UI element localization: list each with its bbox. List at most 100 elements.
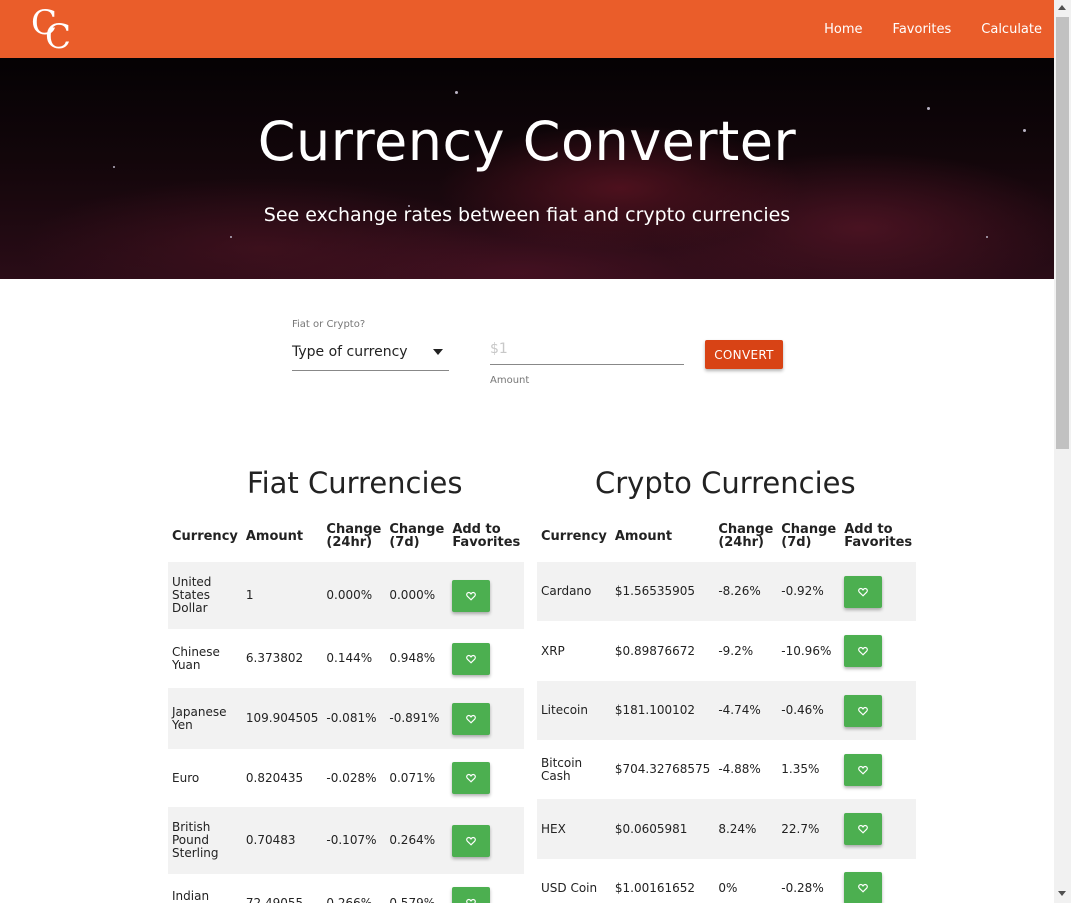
change-7d: -0.46% <box>777 681 841 740</box>
add-favorite-button[interactable] <box>844 872 883 903</box>
table-row: Indian Rupee 72.49055 0.266% 0.579% <box>168 874 524 903</box>
change-7d: 0.264% <box>385 807 449 874</box>
star-decoration <box>230 236 232 238</box>
currency-type-label: Fiat or Crypto? <box>292 319 366 330</box>
currency-name: XRP <box>541 643 565 658</box>
currency-name: Euro <box>172 770 200 785</box>
table-row: Bitcoin Cash $704.32768575 -4.88% 1.35% <box>537 740 916 799</box>
favorite-cell <box>840 799 917 859</box>
favorite-cell <box>448 562 525 629</box>
favorite-cell <box>840 562 917 621</box>
currency-name: Japanese Yen <box>168 688 242 749</box>
heart-outline-icon <box>466 773 477 783</box>
currency-amount: $1.00161652 <box>614 880 696 895</box>
table-row: Cardano $1.56535905 -8.26% -0.92% <box>537 562 917 621</box>
hero-banner: Currency Converter See exchange rates be… <box>0 58 1054 279</box>
add-favorite-button[interactable] <box>844 575 883 608</box>
currency-amount: 1 <box>241 562 323 629</box>
crypto-table: Currency Amount Change (24hr) Change (7d… <box>537 510 917 903</box>
heart-outline-icon <box>466 714 477 724</box>
heart-outline-icon <box>466 654 477 664</box>
currency-name: Litecoin <box>537 681 611 740</box>
svg-text:C: C <box>45 17 71 54</box>
currency-amount: $0.0605981 <box>610 799 715 859</box>
add-favorite-button[interactable] <box>452 642 491 675</box>
column-header-currency: Currency <box>541 528 607 544</box>
currency-name: British Pound Sterling <box>168 807 242 874</box>
star-decoration <box>455 91 458 94</box>
table-row: Chinese Yuan 6.373802 0.144% 0.948% <box>168 629 524 688</box>
add-favorite-button[interactable] <box>844 694 883 727</box>
table-row: USD Coin $1.00161652 0% -0.28% <box>537 859 916 903</box>
column-header-change-7d: Change (7d) <box>389 522 445 550</box>
currency-amount: 72.49055 <box>245 895 304 903</box>
add-favorite-button[interactable] <box>452 887 491 903</box>
change-24hr: -0.107% <box>322 807 386 874</box>
favorite-cell <box>448 807 525 874</box>
nav-link-favorites[interactable]: Favorites <box>893 22 952 37</box>
favorite-cell <box>840 740 916 799</box>
scroll-down-arrow-icon[interactable] <box>1058 891 1066 896</box>
heart-outline-icon <box>858 883 869 893</box>
change-24hr: 0% <box>718 880 738 895</box>
change-24hr: 0.266% <box>326 895 373 903</box>
column-header-change-24hr: Change (24hr) <box>718 522 774 550</box>
favorite-cell <box>448 629 524 688</box>
amount-input[interactable] <box>490 334 684 365</box>
change-24hr: 0.144% <box>326 651 373 665</box>
heart-outline-icon <box>858 587 869 597</box>
change-24hr: 8.24% <box>714 799 778 859</box>
add-favorite-button[interactable] <box>452 762 491 794</box>
change-24hr: -0.028% <box>326 770 377 785</box>
change-7d: -0.28% <box>781 880 824 895</box>
convert-button[interactable]: CONVERT <box>705 340 783 369</box>
add-favorite-button[interactable] <box>452 702 491 735</box>
caret-down-icon <box>433 349 443 355</box>
change-7d: 22.7% <box>777 799 841 859</box>
heart-outline-icon <box>466 591 477 601</box>
fiat-table: Currency Amount Change (24hr) Change (7d… <box>168 510 525 903</box>
change-24hr: -4.74% <box>714 681 778 740</box>
star-decoration <box>986 236 988 238</box>
page-title: Currency Converter <box>257 110 797 173</box>
change-24hr: -0.081% <box>322 688 386 749</box>
currency-name: United States Dollar <box>168 562 242 629</box>
fiat-section-title: Fiat Currencies <box>247 466 463 500</box>
change-7d: -0.891% <box>385 688 449 749</box>
add-favorite-button[interactable] <box>844 635 883 667</box>
column-header-change-24hr: Change (24hr) <box>326 522 382 550</box>
favorite-cell <box>448 749 524 807</box>
add-favorite-button[interactable] <box>844 813 883 845</box>
nav-link-calculate[interactable]: Calculate <box>981 22 1042 37</box>
add-favorite-button[interactable] <box>452 824 491 857</box>
heart-outline-icon <box>466 836 477 846</box>
currency-amount: $0.89876672 <box>614 643 696 658</box>
currency-type-select[interactable]: Type of currency <box>292 340 449 371</box>
heart-outline-icon <box>858 765 869 775</box>
change-7d: 0.000% <box>385 562 449 629</box>
page-subtitle: See exchange rates between fiat and cryp… <box>263 204 791 226</box>
table-row: HEX $0.0605981 8.24% 22.7% <box>537 799 917 859</box>
scrollbar-thumb[interactable] <box>1056 17 1069 449</box>
table-row: Litecoin $181.100102 -4.74% -0.46% <box>537 681 917 740</box>
currency-name: Indian Rupee <box>172 889 210 903</box>
heart-outline-icon <box>466 898 477 903</box>
change-7d: 0.948% <box>389 651 436 665</box>
currency-amount: 0.820435 <box>245 770 304 785</box>
favorite-cell <box>840 681 917 740</box>
table-row: XRP $0.89876672 -9.2% -10.96% <box>537 621 916 681</box>
add-favorite-button[interactable] <box>452 579 491 612</box>
currency-amount: 109.904505 <box>241 688 323 749</box>
column-header-add-to-favorites: Add to Favorites <box>844 522 913 550</box>
logo[interactable]: C C <box>28 2 80 57</box>
vertical-scrollbar[interactable] <box>1054 0 1071 903</box>
nav-link-home[interactable]: Home <box>824 22 862 37</box>
scroll-up-arrow-icon[interactable] <box>1058 5 1066 10</box>
crypto-section-title: Crypto Currencies <box>595 466 856 500</box>
favorite-cell <box>840 621 916 681</box>
change-24hr: -4.88% <box>718 762 761 776</box>
currency-name: Cardano <box>537 562 611 621</box>
currency-amount: 6.373802 <box>245 651 304 665</box>
add-favorite-button[interactable] <box>844 753 883 786</box>
currency-amount: $1.56535905 <box>610 562 715 621</box>
